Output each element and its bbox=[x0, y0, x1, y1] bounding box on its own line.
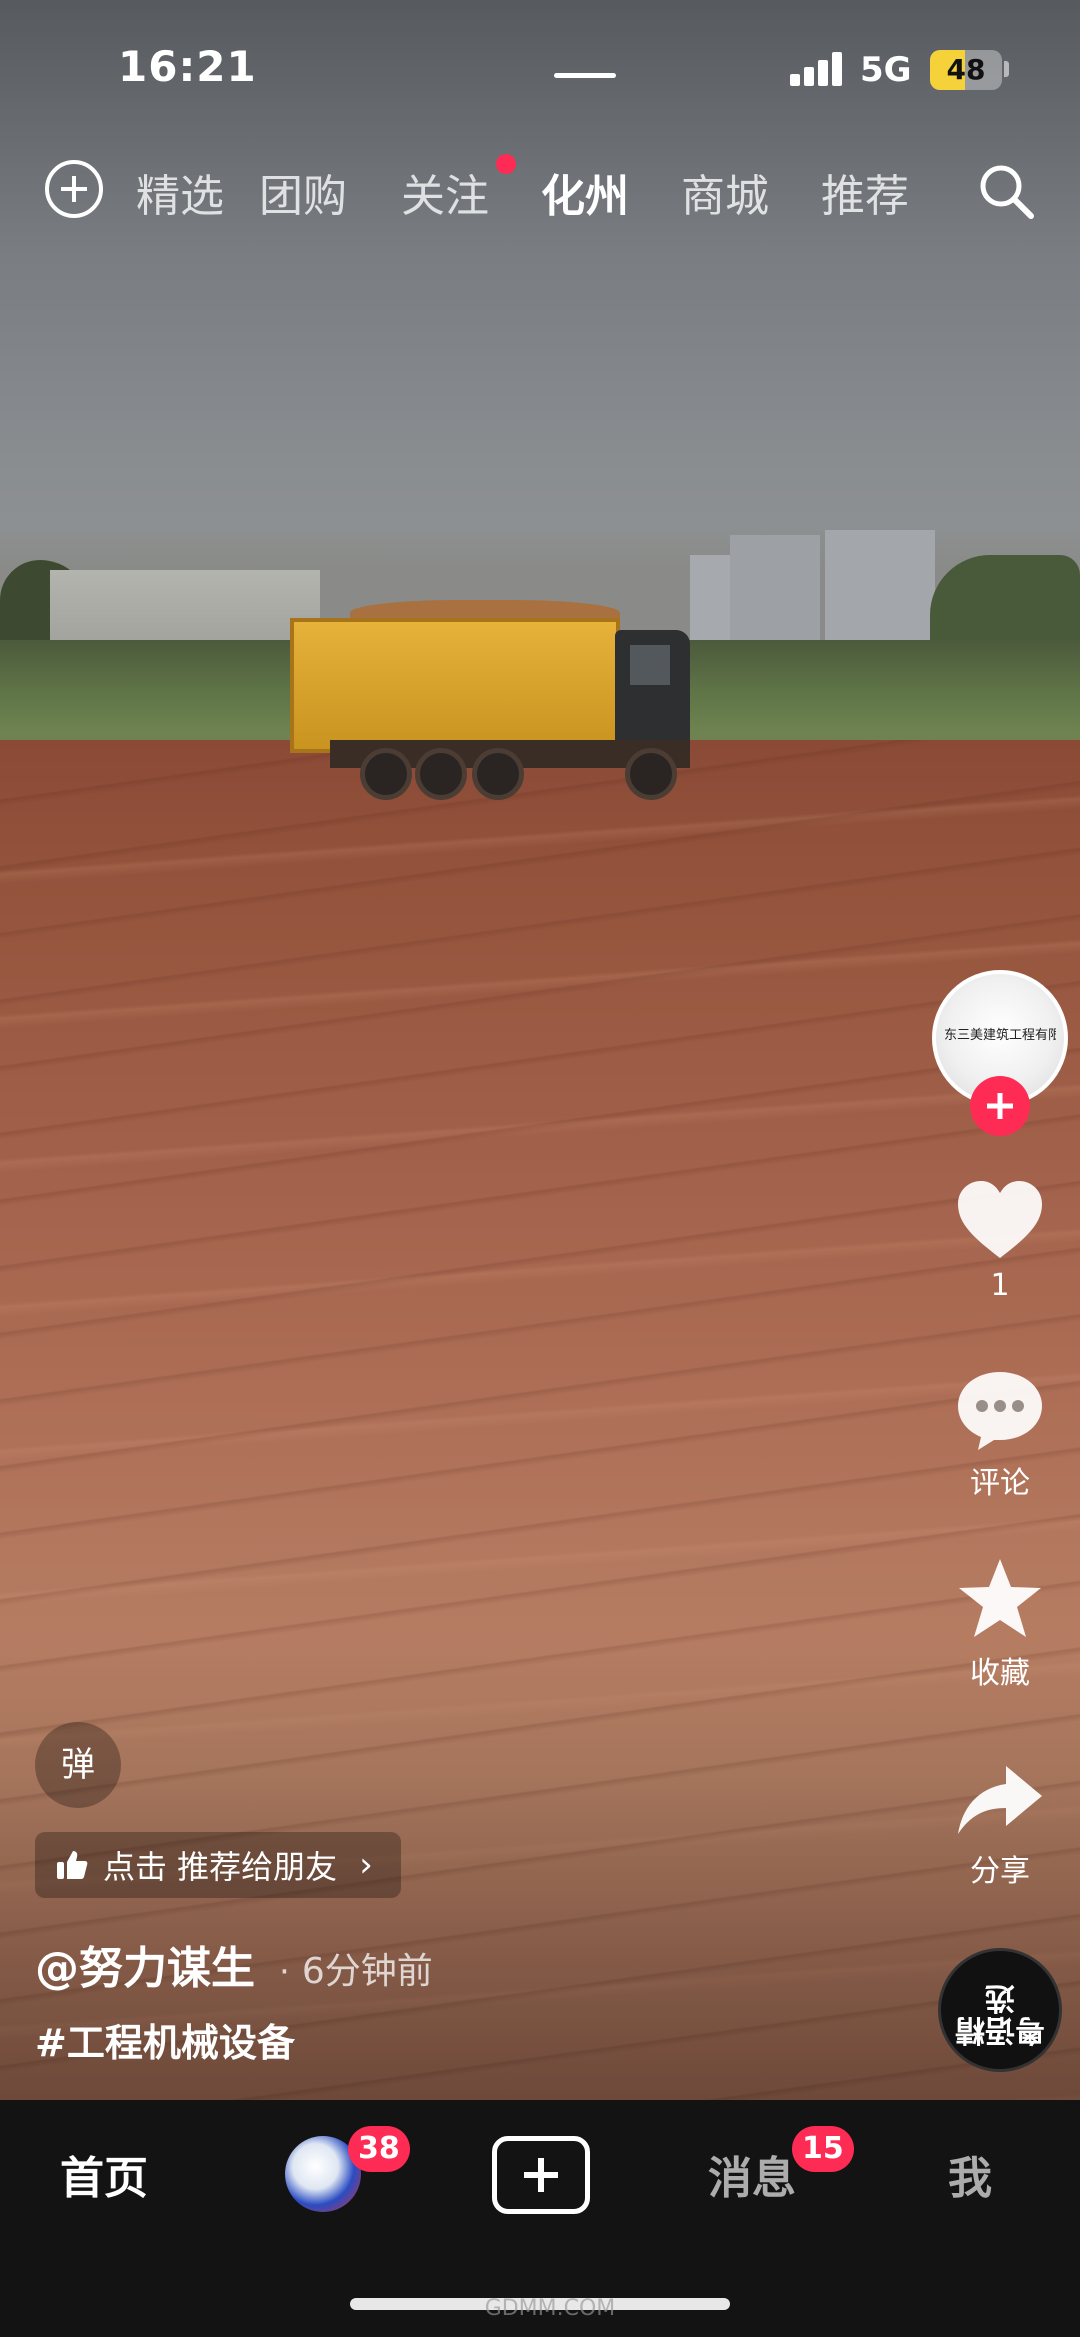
like-count: 1 bbox=[990, 1268, 1010, 1303]
tab-following[interactable]: 关注 bbox=[401, 160, 489, 224]
friends-badge: 38 bbox=[348, 2126, 410, 2172]
recommend-label: 点击 推荐给朋友 bbox=[103, 1848, 338, 1886]
background-building bbox=[730, 535, 820, 645]
nav-home[interactable]: 首页 bbox=[60, 2142, 148, 2206]
truck-window bbox=[630, 645, 670, 685]
star-icon bbox=[959, 1559, 1041, 1637]
tab-featured[interactable]: 精选 bbox=[136, 160, 224, 224]
comment-icon bbox=[958, 1372, 1042, 1450]
separator: · bbox=[279, 1952, 290, 1992]
favorite-label: 收藏 bbox=[970, 1656, 1030, 1691]
truck-wheel bbox=[625, 748, 677, 800]
video-player[interactable] bbox=[0, 0, 1080, 2100]
danmu-toggle-button[interactable]: 弹 bbox=[35, 1722, 121, 1808]
like-button[interactable]: 1 bbox=[945, 1178, 1055, 1303]
search-icon[interactable] bbox=[975, 160, 1037, 222]
signal-icon bbox=[790, 52, 846, 86]
chevron-right-icon: › bbox=[359, 1845, 373, 1885]
album-badge-text: 粤语精选 bbox=[955, 1980, 1045, 2047]
comment-label: 评论 bbox=[970, 1466, 1030, 1501]
author-name[interactable]: @努力谋生 bbox=[35, 1932, 255, 1996]
follow-button[interactable] bbox=[970, 1076, 1030, 1136]
truck-wheel bbox=[472, 748, 524, 800]
tab-local[interactable]: 化州 bbox=[541, 160, 629, 224]
battery-icon: 48 bbox=[930, 50, 1002, 90]
music-album-badge[interactable]: 粤语精选 bbox=[938, 1948, 1062, 2072]
top-tabs: 精选 团购 关注 化州 商城 推荐 bbox=[136, 154, 936, 230]
truck-wheel bbox=[360, 748, 412, 800]
background-building bbox=[825, 530, 935, 648]
favorite-button[interactable]: 收藏 bbox=[945, 1556, 1055, 1692]
battery-tip bbox=[1004, 61, 1009, 77]
truck-bed bbox=[290, 618, 620, 753]
status-time: 16:21 bbox=[118, 42, 257, 91]
messages-badge: 15 bbox=[792, 2126, 854, 2172]
battery-level: 48 bbox=[946, 53, 986, 86]
author-line: @努力谋生 · 6分钟前 bbox=[35, 1932, 433, 1996]
thumbs-up-icon bbox=[57, 1851, 88, 1879]
hashtag-link[interactable]: #工程机械设备 bbox=[35, 2012, 295, 2067]
network-type: 5G bbox=[860, 50, 912, 90]
recommend-to-friend-button[interactable]: 点击 推荐给朋友 › bbox=[35, 1832, 401, 1898]
create-post-button[interactable] bbox=[492, 2136, 590, 2214]
dump-truck bbox=[290, 600, 710, 810]
nav-me[interactable]: 我 bbox=[948, 2142, 992, 2206]
share-button[interactable]: 分享 bbox=[945, 1760, 1055, 1890]
nav-messages[interactable]: 消息 bbox=[708, 2142, 796, 2206]
avatar-logo-text: 东三美建筑工程有限公 bbox=[944, 1028, 1056, 1043]
share-label: 分享 bbox=[970, 1854, 1030, 1889]
following-notification-dot bbox=[496, 154, 516, 174]
watermark: GDMM.COM bbox=[484, 2296, 616, 2321]
share-icon bbox=[958, 1766, 1042, 1834]
add-channel-icon[interactable] bbox=[45, 160, 103, 218]
tab-group-buy[interactable]: 团购 bbox=[259, 160, 347, 224]
tab-recommend[interactable]: 推荐 bbox=[821, 160, 909, 224]
tab-mall[interactable]: 商城 bbox=[681, 160, 769, 224]
post-time: 6分钟前 bbox=[301, 1951, 433, 1992]
heart-icon bbox=[958, 1181, 1042, 1258]
truck-wheel bbox=[415, 748, 467, 800]
comment-button[interactable]: 评论 bbox=[945, 1368, 1055, 1502]
active-tab-indicator bbox=[554, 73, 616, 78]
